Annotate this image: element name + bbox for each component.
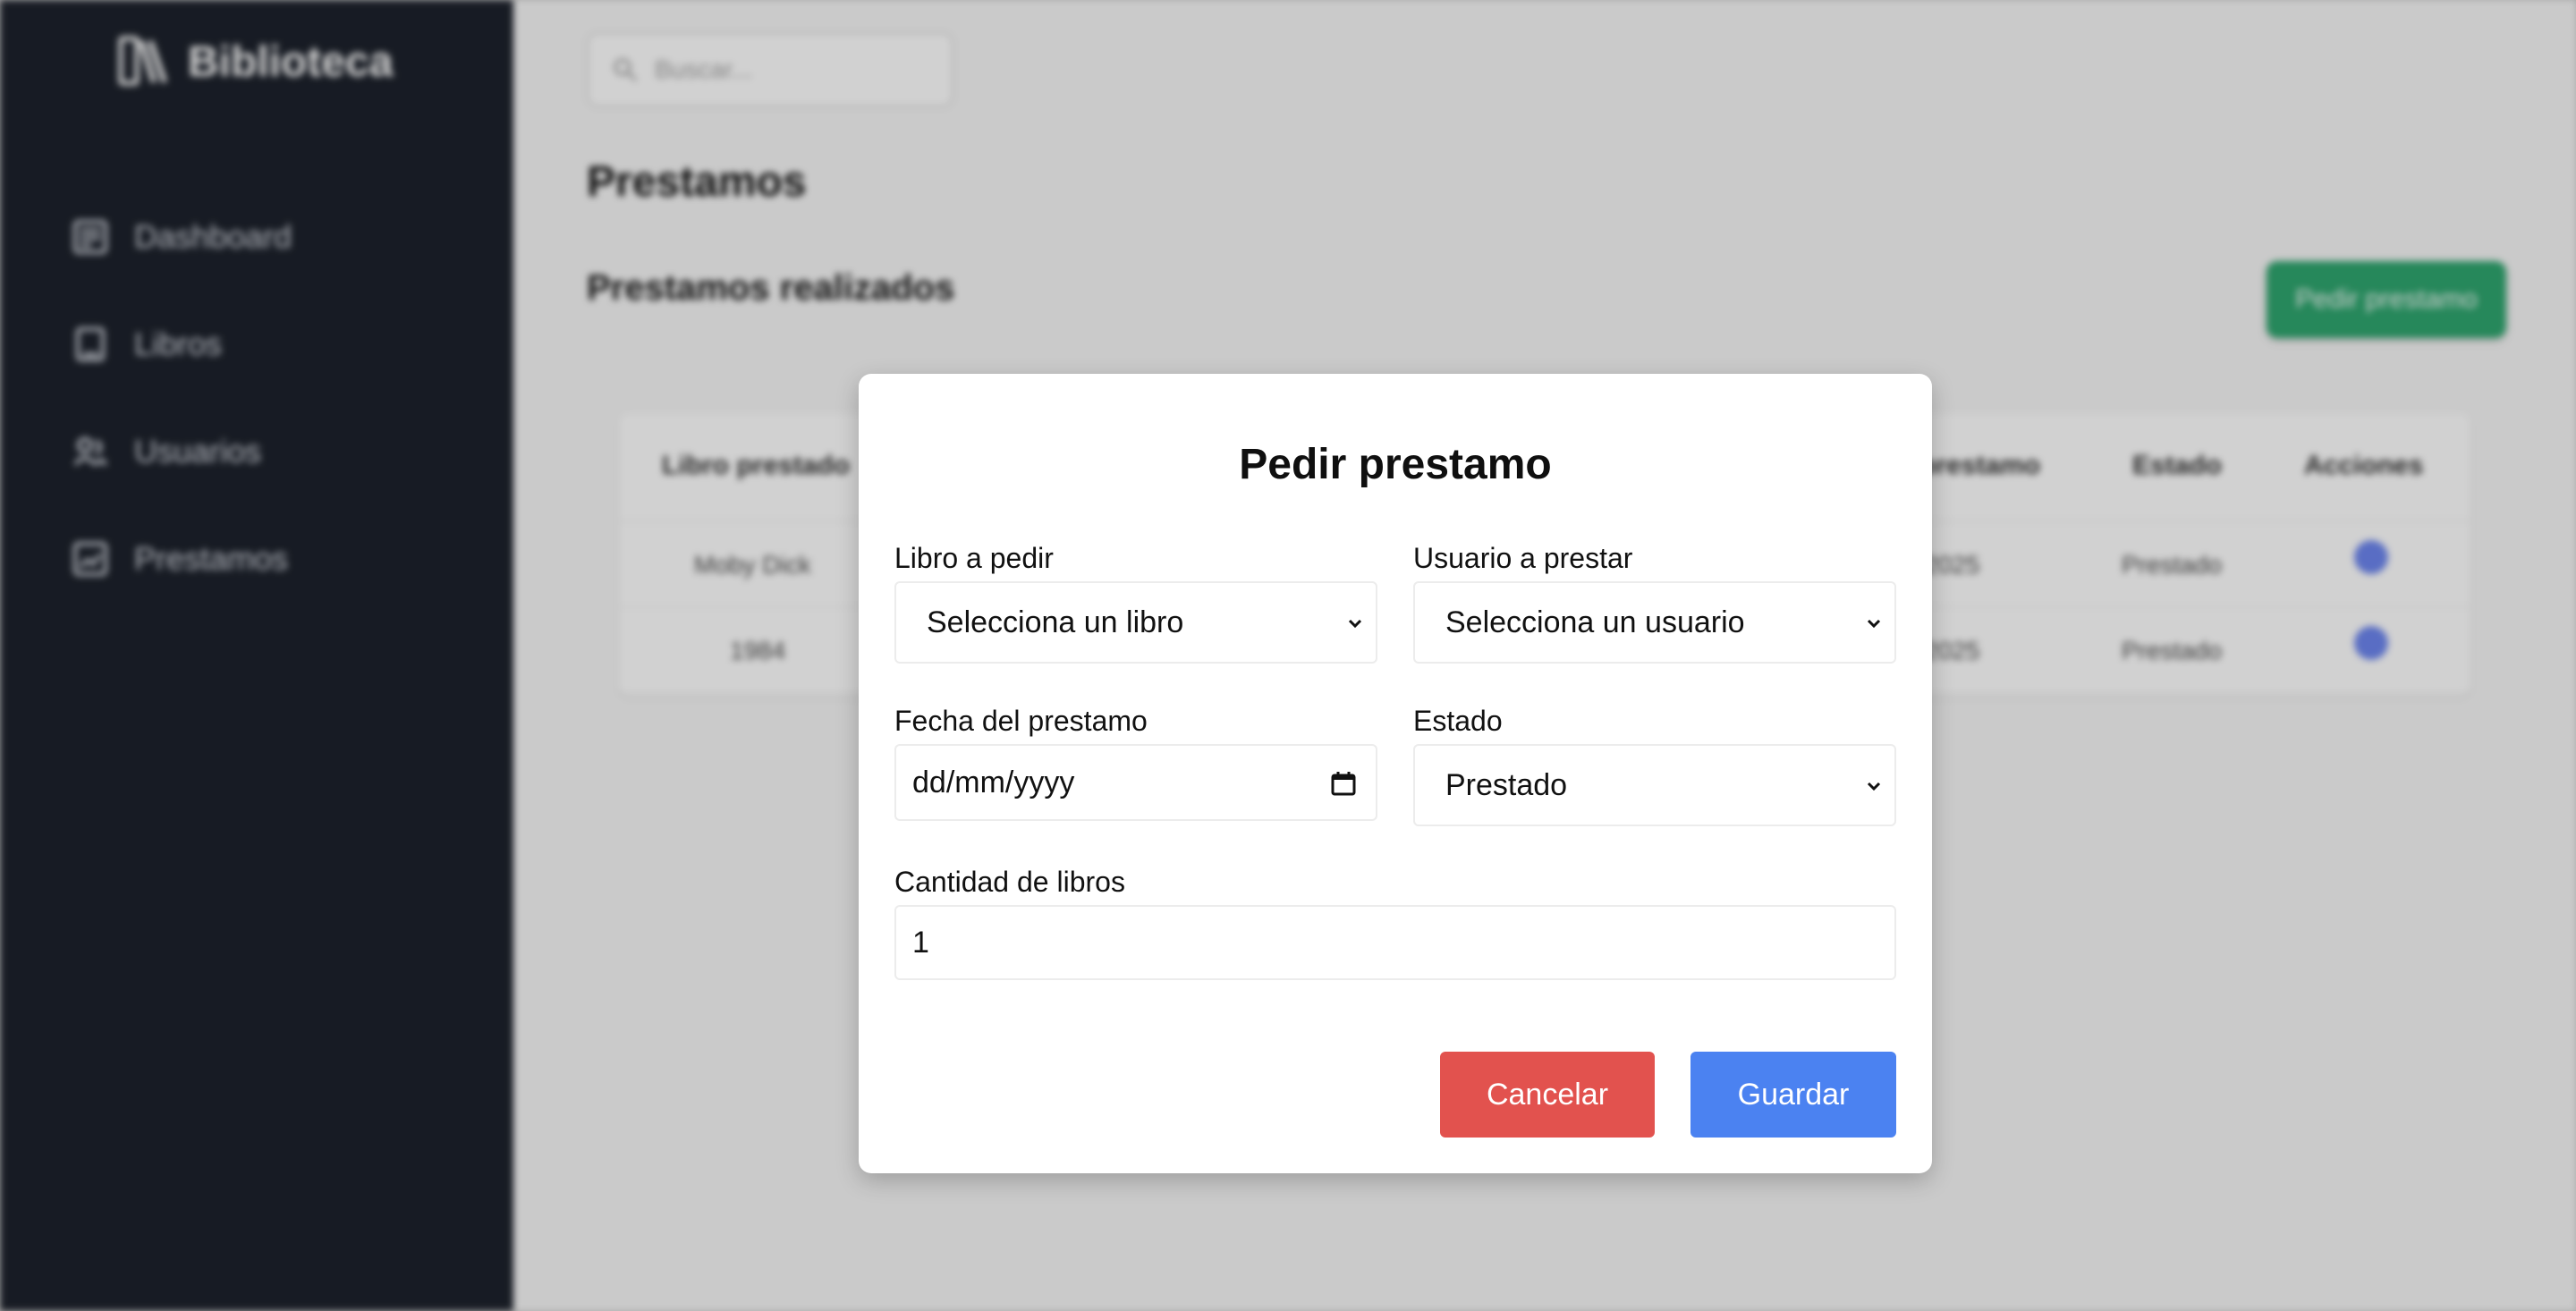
date-label: Fecha del prestamo: [894, 705, 1148, 737]
status-select[interactable]: Prestado: [1413, 744, 1896, 826]
book-select-value: Selecciona un libro: [927, 605, 1184, 639]
cancel-button[interactable]: Cancelar: [1440, 1052, 1655, 1138]
user-select-value: Selecciona un usuario: [1445, 605, 1745, 639]
book-select[interactable]: Selecciona un libro: [894, 581, 1377, 664]
save-button[interactable]: Guardar: [1690, 1052, 1896, 1138]
status-label: Estado: [1413, 705, 1503, 737]
chevron-down-icon: [1867, 782, 1881, 791]
date-placeholder: dd/mm/yyyy: [912, 765, 1075, 799]
modal-title: Pedir prestamo: [1239, 441, 1552, 489]
user-select[interactable]: Selecciona un usuario: [1413, 581, 1896, 664]
chevron-down-icon: [1867, 619, 1881, 629]
calendar-icon[interactable]: [1329, 769, 1358, 798]
chevron-down-icon: [1348, 619, 1362, 629]
quantity-label: Cantidad de libros: [894, 866, 1125, 898]
quantity-value: 1: [912, 925, 929, 960]
user-label: Usuario a prestar: [1413, 542, 1633, 574]
loan-request-modal: Pedir prestamo Libro a pedir Selecciona …: [859, 374, 1932, 1173]
quantity-input[interactable]: 1: [894, 905, 1896, 980]
status-select-value: Prestado: [1445, 767, 1568, 802]
book-label: Libro a pedir: [894, 542, 1054, 574]
app-window: Biblioteca Dashboard Libros Usuarios Pre…: [0, 0, 2576, 1311]
loan-date-input[interactable]: dd/mm/yyyy: [894, 744, 1377, 821]
